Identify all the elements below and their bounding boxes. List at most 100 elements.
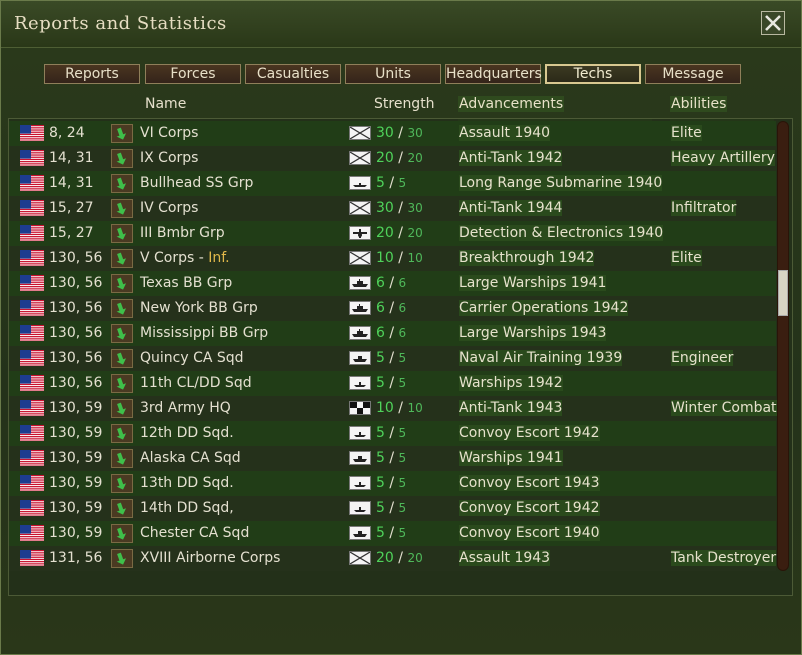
us-flag-icon xyxy=(20,500,44,516)
strength-value: 20 / 20 xyxy=(376,550,423,566)
us-flag-icon xyxy=(20,125,44,141)
table-row[interactable]: 130, 56 Quincy CA Sqd 5 / 5 Naval Air Train… xyxy=(9,346,776,371)
strength-value: 6 / 6 xyxy=(376,300,407,316)
column-header-abilities[interactable]: Abilities xyxy=(670,96,728,112)
unit-name: 14th DD Sqd, xyxy=(140,500,234,516)
advancement-text: Anti-Tank 1943 xyxy=(459,400,563,416)
us-flag-icon xyxy=(20,450,44,466)
advancement-text: Detection & Electronics 1940 xyxy=(459,225,664,241)
advancement-text: Large Warships 1941 xyxy=(459,275,607,291)
table-row[interactable]: 130, 59 3rd Army HQ 10 / 10 Anti-Tank 1943 W… xyxy=(9,396,777,421)
unit-type-destroyer-icon xyxy=(349,426,371,440)
unit-name: Quincy CA Sqd xyxy=(140,350,244,366)
supply-arrow-icon xyxy=(111,249,133,268)
table-row[interactable]: 14, 31 IX Corps 20 / 20 Anti-Tank 1942 Heavy… xyxy=(9,146,776,171)
advancement-text: Convoy Escort 1943 xyxy=(459,475,600,491)
unit-type-submarine-icon xyxy=(349,176,371,190)
column-header-strength[interactable]: Strength xyxy=(374,96,435,112)
table-row[interactable]: 14, 31 Bullhead SS Grp 5 / 5 Long Range Sub… xyxy=(9,171,776,196)
close-icon xyxy=(765,15,781,31)
unit-name: Texas BB Grp xyxy=(140,275,233,291)
advancement-text: Assault 1943 xyxy=(459,550,551,566)
scrollbar-thumb[interactable] xyxy=(778,270,788,316)
unit-name: III Bmbr Grp xyxy=(140,225,225,241)
table-row[interactable]: 131, 56 XVIII Airborne Corps 20 / 20 Assaul… xyxy=(9,546,777,571)
advancement-text: Carrier Operations 1942 xyxy=(459,300,629,316)
table-row[interactable]: 130, 59 12th DD Sqd. 5 / 5 Convoy Escort 19… xyxy=(9,421,776,446)
supply-arrow-icon xyxy=(111,299,133,318)
scrollbar[interactable] xyxy=(777,121,789,571)
supply-arrow-icon xyxy=(111,499,133,518)
table-row[interactable]: 130, 56 V Corps - Inf. 10 / 10 Breakthrough… xyxy=(9,246,776,271)
coordinates: 130, 56 xyxy=(49,350,103,366)
tab-units[interactable]: Units xyxy=(345,64,441,84)
table-row[interactable]: 130, 59 14th DD Sqd, 5 / 5 Convoy Escort 19… xyxy=(9,496,776,521)
coordinates: 15, 27 xyxy=(49,225,94,241)
coordinates: 130, 56 xyxy=(49,300,103,316)
supply-arrow-icon xyxy=(111,349,133,368)
unit-name: 13th DD Sqd. xyxy=(140,475,234,491)
strength-value: 5 / 5 xyxy=(376,475,407,491)
tab-message[interactable]: Message xyxy=(645,64,741,84)
ability-text: Elite xyxy=(671,125,702,141)
table-row[interactable]: 130, 59 Alaska CA Sqd 5 / 5 Warships 1941 xyxy=(9,446,776,471)
table-row[interactable]: 130, 59 Chester CA Sqd 5 / 5 Convoy Escort … xyxy=(9,521,776,546)
us-flag-icon xyxy=(20,375,44,391)
ability-text: Elite xyxy=(671,250,702,266)
column-header-name[interactable]: Name xyxy=(145,96,186,112)
table-row[interactable]: 15, 27 IV Corps 30 / 30 Anti-Tank 1944 Infil… xyxy=(9,196,776,221)
unit-type-battleship-icon xyxy=(349,326,371,340)
unit-type-infantry-icon xyxy=(349,551,371,565)
table-row[interactable]: 15, 27 III Bmbr Grp 20 / 20 Detection & Ele… xyxy=(9,221,776,246)
unit-name: VI Corps xyxy=(140,125,199,141)
table-row[interactable]: 130, 56 Texas BB Grp 6 / 6 Large Warships 1… xyxy=(9,271,776,296)
advancement-text: Assault 1940 xyxy=(459,125,551,141)
table-row[interactable]: 130, 56 11th CL/DD Sqd 5 / 5 Warships 1942 xyxy=(9,371,776,396)
advancement-text: Naval Air Training 1939 xyxy=(459,350,623,366)
strength-value: 20 / 20 xyxy=(376,225,423,241)
unit-tag: Inf. xyxy=(208,250,230,266)
title-bar: Reports and Statistics xyxy=(1,1,801,48)
column-header-advancements[interactable]: Advancements xyxy=(458,96,565,112)
unit-name: Bullhead SS Grp xyxy=(140,175,254,191)
unit-name: XVIII Airborne Corps xyxy=(140,550,281,566)
table-row[interactable]: 130, 56 Mississippi BB Grp 6 / 6 Large Wars… xyxy=(9,321,776,346)
coordinates: 131, 56 xyxy=(49,550,103,566)
strength-value: 10 / 10 xyxy=(376,400,423,416)
strength-value: 10 / 10 xyxy=(376,250,423,266)
close-button[interactable] xyxy=(761,11,785,35)
coordinates: 130, 56 xyxy=(49,275,103,291)
supply-arrow-icon xyxy=(111,199,133,218)
us-flag-icon xyxy=(20,200,44,216)
strength-value: 5 / 5 xyxy=(376,175,407,191)
table-row[interactable]: 130, 56 New York BB Grp 6 / 6 Carrier Opera… xyxy=(9,296,776,321)
ability-text: Winter Combat xyxy=(671,400,777,416)
us-flag-icon xyxy=(20,300,44,316)
supply-arrow-icon xyxy=(111,449,133,468)
advancement-text: Convoy Escort 1940 xyxy=(459,525,600,541)
ability-text: Infiltrator xyxy=(671,200,737,216)
us-flag-icon xyxy=(20,400,44,416)
unit-type-cruiser-icon xyxy=(349,351,371,365)
table-row[interactable]: 8, 24 VI Corps 30 / 30 Assault 1940 Elite xyxy=(9,121,776,146)
coordinates: 130, 59 xyxy=(49,450,103,466)
strength-value: 5 / 5 xyxy=(376,500,407,516)
tab-techs[interactable]: Techs xyxy=(545,64,641,84)
unit-type-infantry-icon xyxy=(349,251,371,265)
coordinates: 14, 31 xyxy=(49,150,94,166)
strength-value: 5 / 5 xyxy=(376,450,407,466)
tab-casualties[interactable]: Casualties xyxy=(245,64,341,84)
advancement-text: Warships 1942 xyxy=(459,375,563,391)
unit-type-infantry-icon xyxy=(349,151,371,165)
strength-value: 30 / 30 xyxy=(376,200,423,216)
us-flag-icon xyxy=(20,350,44,366)
strength-value: 5 / 5 xyxy=(376,525,407,541)
tab-forces[interactable]: Forces xyxy=(145,64,241,84)
table-row[interactable]: 130, 59 13th DD Sqd. 5 / 5 Convoy Escort 19… xyxy=(9,471,776,496)
supply-arrow-icon xyxy=(111,224,133,243)
reports-window: Reports and Statistics Reports Forces Ca… xyxy=(0,0,802,655)
unit-type-destroyer-icon xyxy=(349,501,371,515)
tab-reports[interactable]: Reports xyxy=(44,64,140,84)
tab-headquarters[interactable]: Headquarters xyxy=(445,64,542,84)
us-flag-icon xyxy=(20,525,44,541)
